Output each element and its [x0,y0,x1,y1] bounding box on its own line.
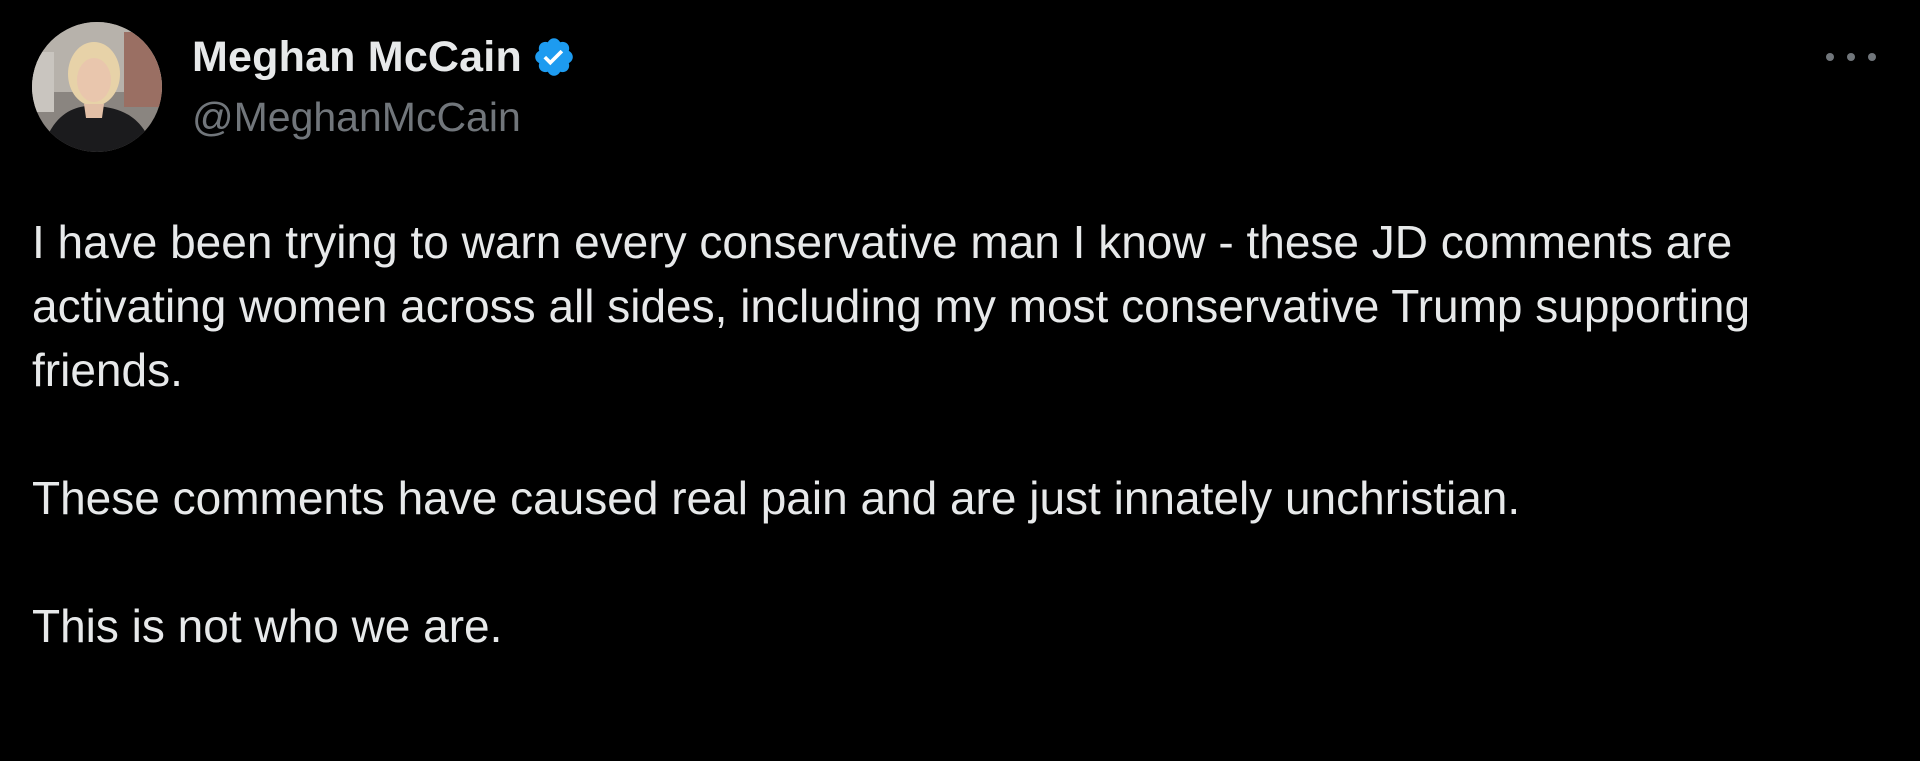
author-handle[interactable]: @MeghanMcCain [192,94,576,141]
tweet-paragraph: I have been trying to warn every conserv… [32,216,1751,396]
avatar[interactable] [32,22,162,152]
more-dot [1847,53,1855,61]
author-identity: Meghan McCain @MeghanMcCain [192,22,576,141]
more-dot [1868,53,1876,61]
tweet-paragraph: These comments have caused real pain and… [32,472,1521,524]
more-options-icon[interactable] [1826,42,1876,72]
more-dot [1826,53,1834,61]
verified-badge-icon [532,35,576,79]
tweet-header: Meghan McCain @MeghanMcCain [32,22,576,152]
display-name[interactable]: Meghan McCain [192,33,522,82]
tweet-text: I have been trying to warn every conserv… [32,210,1892,658]
name-row: Meghan McCain [192,28,576,86]
tweet-card: Meghan McCain @MeghanMcCain I have been … [0,0,1920,761]
tweet-paragraph: This is not who we are. [32,600,503,652]
